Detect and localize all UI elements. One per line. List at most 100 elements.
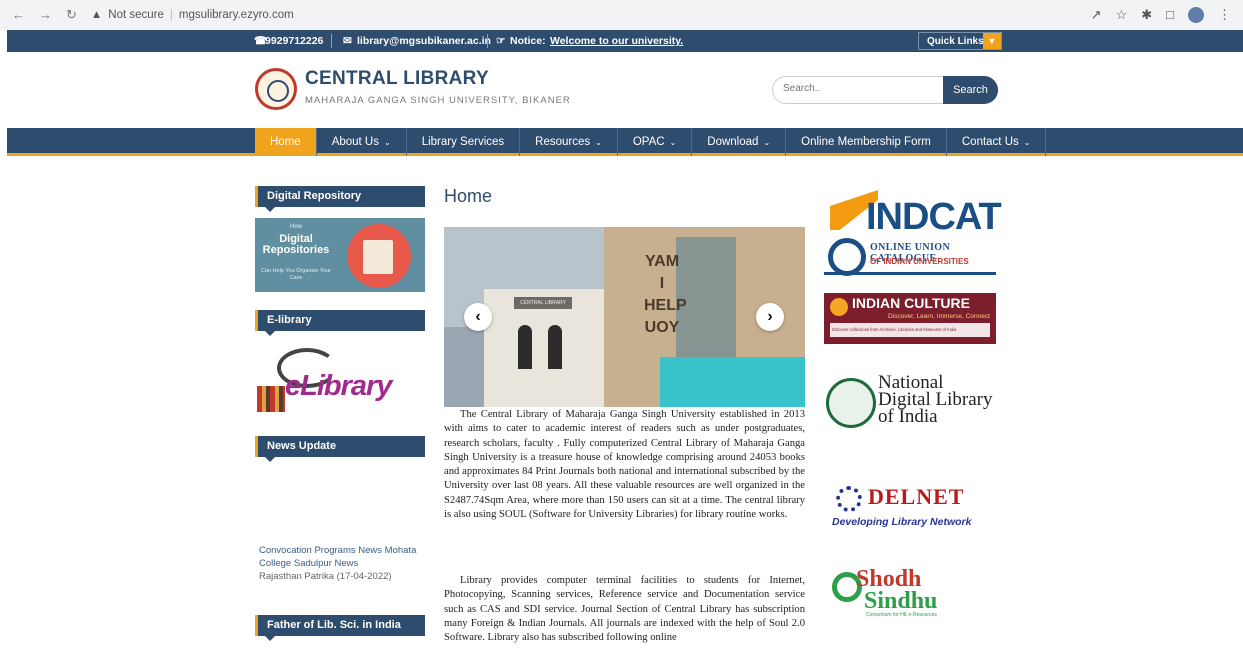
chevron-down-icon: ⌄ (595, 137, 602, 147)
chevron-down-icon: ▼ (983, 33, 1001, 49)
main-content: Home CENTRAL LIBRARY YAM I HELP UOY ‹ › … (444, 186, 805, 643)
glass-door (660, 357, 805, 407)
delnet-gear-icon (836, 486, 862, 512)
main-navigation: Home About Us ⌄ Library Services Resources ⌄ O… (7, 128, 1243, 156)
slide-reflected-text: YAM I HELP UOY (644, 253, 687, 336)
carousel-prev-button[interactable]: ‹ (464, 303, 492, 331)
digital-repository-heading: Digital Repository (255, 186, 425, 212)
quick-links-dropdown[interactable]: Quick Links ▼ (918, 32, 1002, 50)
building-sign-text: CENTRAL LIBRARY (520, 300, 566, 306)
elibrary-banner[interactable]: eLibrary (255, 342, 425, 418)
indcat-ring (828, 238, 866, 276)
window (518, 325, 532, 369)
banner-text-sub: Can Help You Organize Your Case (260, 268, 332, 281)
shodhsindhu-title: Shodh (856, 566, 922, 592)
indcat-title: INDCAT (866, 196, 1002, 238)
menu-item-label: Download (707, 136, 759, 148)
menu-item-about-us[interactable]: About Us ⌄ (317, 128, 407, 156)
menu-item-resources[interactable]: Resources ⌄ (520, 128, 618, 156)
delnet-banner[interactable]: DELNET Developing Library Network (824, 480, 996, 540)
shodhsindhu-title2: Sindhu (864, 588, 938, 614)
indcat-banner[interactable]: INDCAT ONLINE UNION CATALOGUE OF INDIAN … (824, 186, 1002, 276)
menu-item-download[interactable]: Download ⌄ (692, 128, 787, 156)
reload-icon[interactable]: ↻ (66, 7, 77, 23)
banner-text-main: Digital Repositories (262, 233, 330, 256)
menu-item-label: About Us (331, 136, 379, 148)
site-title[interactable]: CENTRAL LIBRARY (305, 68, 489, 90)
banner-text-small: How (289, 224, 302, 230)
notice-link[interactable]: Welcome to our university. (550, 35, 683, 47)
news-item-link[interactable]: Rajasthan Patrika (17-04-2022) (259, 570, 429, 583)
library-building-photo: CENTRAL LIBRARY (484, 289, 604, 407)
father-lib-sci-heading: Father of Lib. Sci. in India (255, 615, 425, 641)
sidepanel-icon[interactable]: □ (1166, 7, 1174, 23)
menu-item-online-membership-form[interactable]: Online Membership Form (786, 128, 947, 156)
search-button[interactable]: Search (943, 76, 998, 104)
email-link[interactable]: library@mgsubikaner.ac.in (357, 35, 491, 47)
menu-list: Home About Us ⌄ Library Services Resources ⌄ O… (255, 128, 1047, 156)
image-carousel[interactable]: CENTRAL LIBRARY YAM I HELP UOY ‹ › (444, 227, 805, 407)
browser-toolbar: ← → ↻ ▲ Not secure | mgsulibrary.ezyro.c… (0, 0, 1243, 30)
indian-culture-title: INDIAN CULTURE (852, 295, 970, 311)
top-info-bar: ☎ 9929712226 ✉ library@mgsubikaner.ac.in… (7, 30, 1243, 52)
news-list: Convocation Programs News Mohata College… (259, 544, 429, 583)
address-bar[interactable]: ▲ Not secure | mgsulibrary.ezyro.com (91, 9, 294, 21)
email-icon: ✉ (343, 35, 352, 47)
intro-paragraph: The Central Library of Maharaja Ganga Si… (444, 409, 805, 521)
window (548, 325, 562, 369)
books-icon (257, 386, 285, 412)
menu-item-label: Contact Us (961, 136, 1019, 148)
site-header: CENTRAL LIBRARY MAHARAJA GANGA SINGH UNI… (0, 52, 1243, 128)
star-icon[interactable]: ☆ (1116, 7, 1128, 23)
chevron-down-icon: ⌄ (384, 137, 391, 147)
indcat-line2: OF INDIAN UNIVERSITIES (870, 257, 969, 266)
indcat-underline (824, 272, 996, 275)
security-label: Not secure (108, 9, 164, 21)
browser-actions: ↗ ☆ ✱ □ ⋮ (1091, 7, 1231, 23)
browser-nav: ← → ↻ (0, 7, 77, 23)
menu-item-label: Resources (535, 136, 591, 148)
quick-links-label: Quick Links (927, 35, 984, 47)
search-input[interactable] (783, 83, 933, 94)
news-update-heading: News Update (255, 436, 425, 462)
menu-item-contact-us[interactable]: Contact Us ⌄ (947, 128, 1047, 156)
notice-label: Notice: (510, 35, 546, 47)
carousel-next-button[interactable]: › (756, 303, 784, 331)
menu-icon[interactable]: ⋮ (1218, 7, 1231, 23)
divider (487, 34, 488, 48)
chevron-down-icon: ⌄ (669, 137, 677, 147)
ndl-title: National Digital Library of India (878, 372, 993, 427)
forward-icon[interactable]: → (39, 7, 52, 23)
share-icon[interactable]: ↗ (1091, 7, 1102, 23)
news-item-link[interactable]: Convocation Programs News Mohata College… (259, 544, 429, 570)
chevron-down-icon: ⌄ (763, 137, 771, 147)
divider (331, 34, 332, 48)
phone-number[interactable]: 9929712226 (265, 35, 323, 47)
indian-culture-strip-text: Discover collections from Archives, Libr… (832, 327, 957, 332)
digital-repository-banner[interactable]: How Digital Repositories Can Help You Or… (255, 218, 425, 292)
profile-avatar[interactable] (1188, 7, 1204, 23)
menu-item-opac[interactable]: OPAC ⌄ (618, 128, 693, 156)
extensions-icon[interactable]: ✱ (1141, 7, 1152, 23)
ndl-emblem-icon (826, 378, 876, 428)
menu-item-label: Home (270, 136, 301, 148)
indian-culture-banner[interactable]: INDIAN CULTURE Discover, Learn, Immerse,… (824, 293, 996, 344)
back-icon[interactable]: ← (12, 7, 25, 23)
warning-icon: ▲ (90, 9, 103, 21)
delnet-subtitle: Developing Library Network (832, 516, 972, 528)
shodhsindhu-banner[interactable]: Shodh Sindhu Consortium for HE e-Resourc… (832, 566, 972, 618)
shodhsindhu-subtitle: Consortium for HE e-Resources (866, 612, 937, 618)
elibrary-heading: E-library (255, 310, 425, 336)
university-seal-logo[interactable] (255, 68, 297, 110)
delnet-title: DELNET (868, 484, 965, 509)
menu-item-label: OPAC (632, 136, 665, 148)
menu-item-label: Library Services (421, 136, 505, 148)
menu-item-home[interactable]: Home (255, 128, 317, 156)
ndl-banner[interactable]: National Digital Library of India (824, 372, 996, 434)
menu-item-library-services[interactable]: Library Services (407, 128, 521, 156)
chevron-down-icon: ⌄ (1023, 137, 1031, 147)
search-box: Search (772, 76, 998, 104)
building-sign: CENTRAL LIBRARY (514, 297, 572, 309)
page-title: Home (444, 186, 493, 206)
elibrary-wordmark: eLibrary (285, 370, 392, 402)
